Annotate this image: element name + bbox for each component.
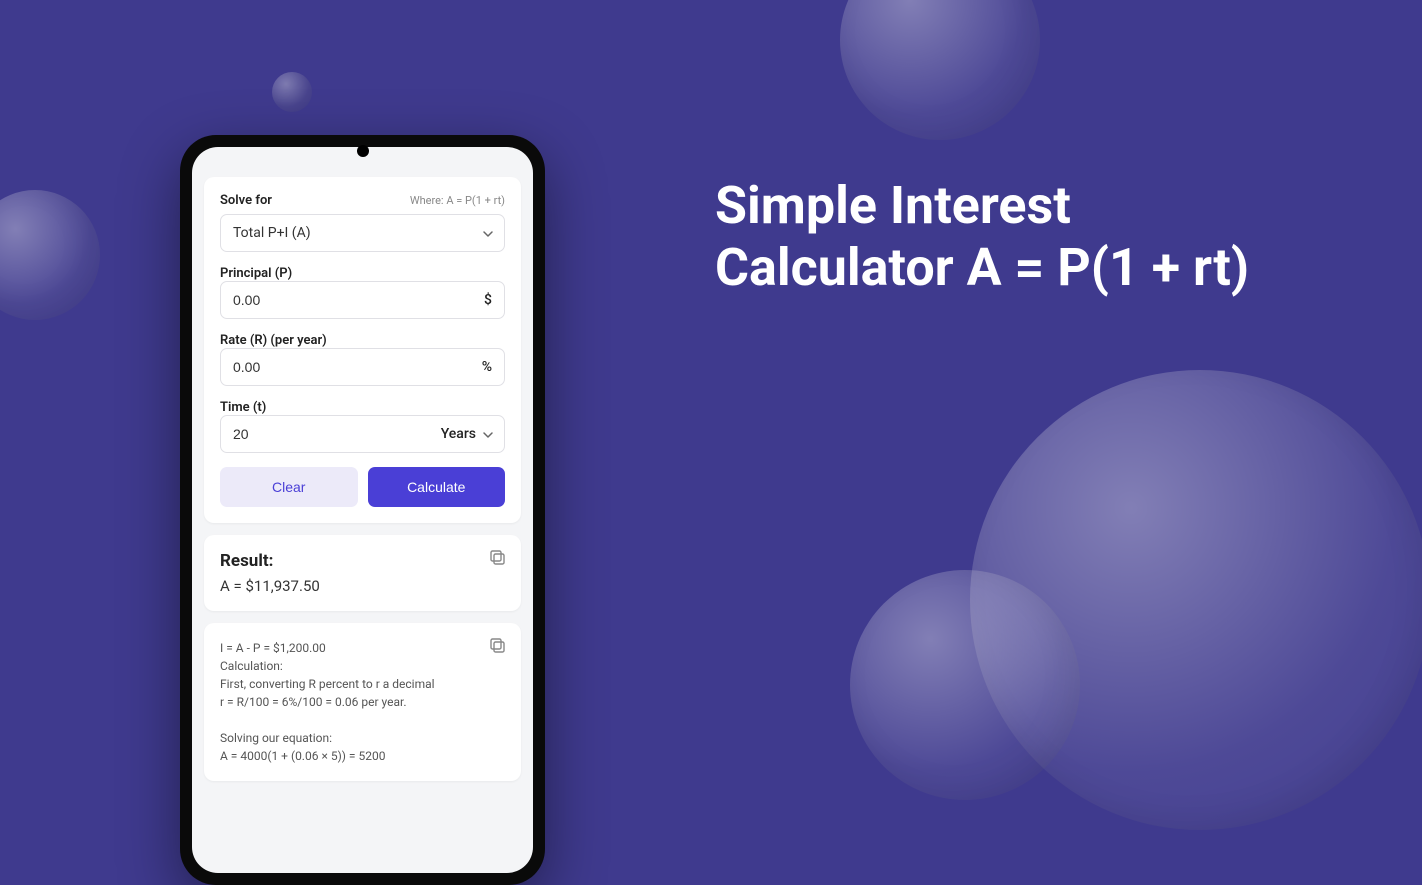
decorative-bubble	[850, 570, 1080, 800]
copy-icon[interactable]	[489, 549, 507, 567]
phone-camera	[357, 145, 369, 157]
phone-frame: Solve for Where: A = P(1 + rt) Total P+I…	[180, 135, 545, 885]
rate-suffix: %	[482, 359, 492, 375]
principal-suffix: $	[484, 292, 492, 308]
result-title: Result:	[220, 551, 505, 571]
result-value: A = $11,937.50	[220, 577, 505, 595]
principal-input-wrapper: $	[220, 281, 505, 319]
decorative-bubble	[272, 72, 312, 112]
solve-for-value: Total P+I (A)	[233, 225, 311, 241]
principal-input[interactable]	[233, 292, 484, 308]
calculate-button[interactable]: Calculate	[368, 467, 506, 507]
decorative-bubble	[0, 190, 100, 320]
calculation-text: I = A - P = $1,200.00 Calculation: First…	[220, 639, 505, 765]
time-input[interactable]	[233, 426, 441, 442]
calculator-form-card: Solve for Where: A = P(1 + rt) Total P+I…	[204, 177, 521, 523]
hero-title: Simple Interest Calculator A = P(1 + rt)	[715, 175, 1249, 300]
clear-button[interactable]: Clear	[220, 467, 358, 507]
principal-label: Principal (P)	[220, 266, 505, 281]
rate-input-wrapper: %	[220, 348, 505, 386]
chevron-down-icon	[482, 228, 492, 238]
time-unit-select[interactable]: Years	[441, 426, 492, 442]
solve-for-select[interactable]: Total P+I (A)	[220, 214, 505, 252]
solve-for-label: Solve for	[220, 193, 272, 208]
rate-input[interactable]	[233, 359, 482, 375]
hero-line-1: Simple Interest	[715, 175, 1249, 237]
time-input-wrapper: Years	[220, 415, 505, 453]
time-label: Time (t)	[220, 400, 505, 415]
decorative-bubble	[840, 0, 1040, 140]
chevron-down-icon	[482, 429, 492, 439]
copy-icon[interactable]	[489, 637, 507, 655]
phone-screen: Solve for Where: A = P(1 + rt) Total P+I…	[192, 147, 533, 873]
where-formula: Where: A = P(1 + rt)	[410, 194, 505, 207]
time-unit-value: Years	[441, 426, 476, 442]
result-card: Result: A = $11,937.50	[204, 535, 521, 611]
rate-label: Rate (R) (per year)	[220, 333, 505, 348]
hero-line-2: Calculator A = P(1 + rt)	[715, 237, 1249, 299]
calculation-card: I = A - P = $1,200.00 Calculation: First…	[204, 623, 521, 781]
